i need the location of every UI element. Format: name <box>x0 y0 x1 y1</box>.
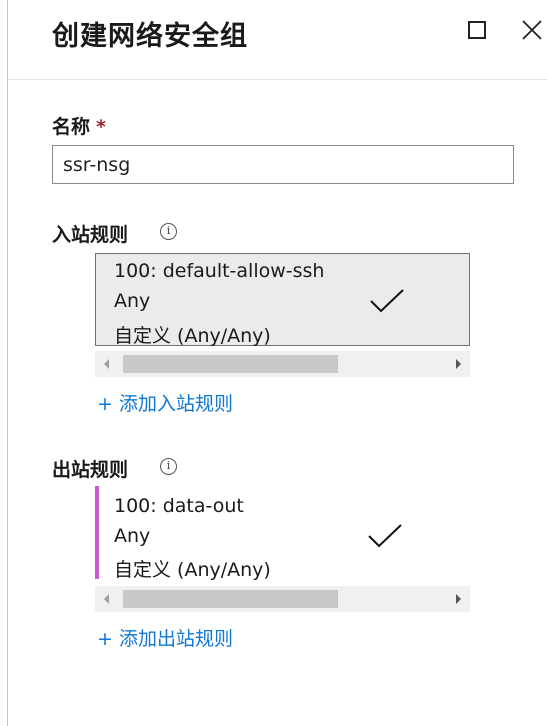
inbound-info-icon[interactable]: i <box>160 223 177 240</box>
scrollbar-thumb[interactable] <box>123 590 338 608</box>
panel-left-border <box>7 0 8 726</box>
scrollbar-thumb[interactable] <box>123 355 338 373</box>
inbound-horizontal-scrollbar[interactable] <box>95 351 470 377</box>
outbound-rule-row[interactable]: 100: data-out Any 自定义 (Any/Any) <box>95 486 470 581</box>
scroll-right-arrow-icon[interactable] <box>446 586 470 612</box>
name-input[interactable] <box>52 145 514 184</box>
close-icon[interactable] <box>520 18 544 42</box>
outbound-info-icon[interactable]: i <box>160 458 177 475</box>
required-asterisk: * <box>96 116 106 138</box>
inbound-rule-source: Any <box>114 290 151 312</box>
scroll-left-arrow-icon[interactable] <box>95 586 119 612</box>
outbound-horizontal-scrollbar[interactable] <box>95 586 470 612</box>
header-divider <box>8 79 547 80</box>
add-outbound-rule-link[interactable]: + 添加出站规则 <box>97 624 233 651</box>
scroll-right-arrow-icon[interactable] <box>446 351 470 377</box>
inbound-rule-row[interactable]: 100: default-allow-ssh Any 自定义 (Any/Any) <box>95 253 470 347</box>
name-label-group: 名称 * <box>52 112 106 139</box>
checkmark-icon <box>367 522 403 554</box>
outbound-rule-source: Any <box>114 525 151 547</box>
panel-title: 创建网络安全组 <box>52 21 248 52</box>
maximize-icon[interactable] <box>468 21 486 39</box>
inbound-rules-label: 入站规则 <box>52 224 129 246</box>
scroll-left-arrow-icon[interactable] <box>95 351 119 377</box>
checkmark-icon <box>369 287 405 319</box>
outbound-rule-service: 自定义 (Any/Any) <box>114 559 271 581</box>
name-label: 名称 <box>52 116 91 138</box>
add-inbound-rule-link[interactable]: + 添加入站规则 <box>97 389 233 416</box>
inbound-rule-name: 100: default-allow-ssh <box>114 260 325 282</box>
inbound-rule-service: 自定义 (Any/Any) <box>114 325 271 347</box>
outbound-rules-label: 出站规则 <box>52 459 129 481</box>
outbound-rule-name: 100: data-out <box>114 495 244 517</box>
